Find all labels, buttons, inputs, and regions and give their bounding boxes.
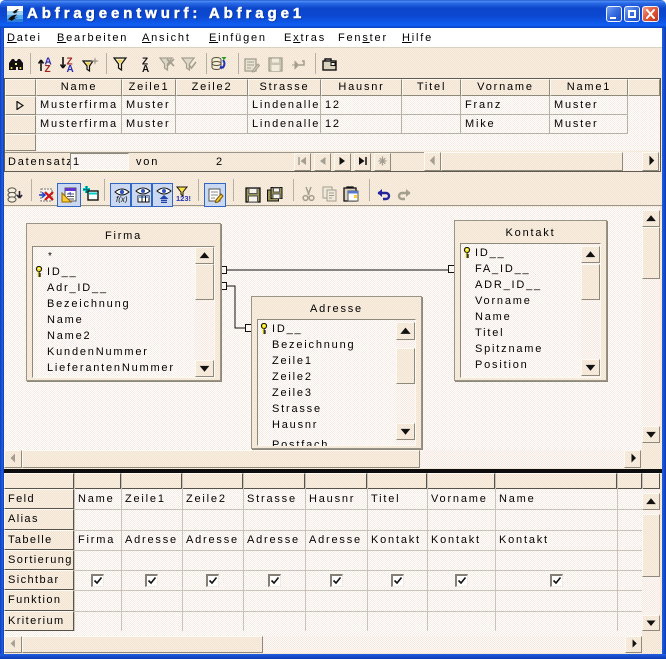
svg-text:A: A [67,64,74,72]
svg-text:f(x): f(x) [116,195,128,203]
svg-text:Z: Z [45,64,51,72]
svg-text:123!: 123! [176,194,191,202]
svg-text:A: A [142,64,149,72]
